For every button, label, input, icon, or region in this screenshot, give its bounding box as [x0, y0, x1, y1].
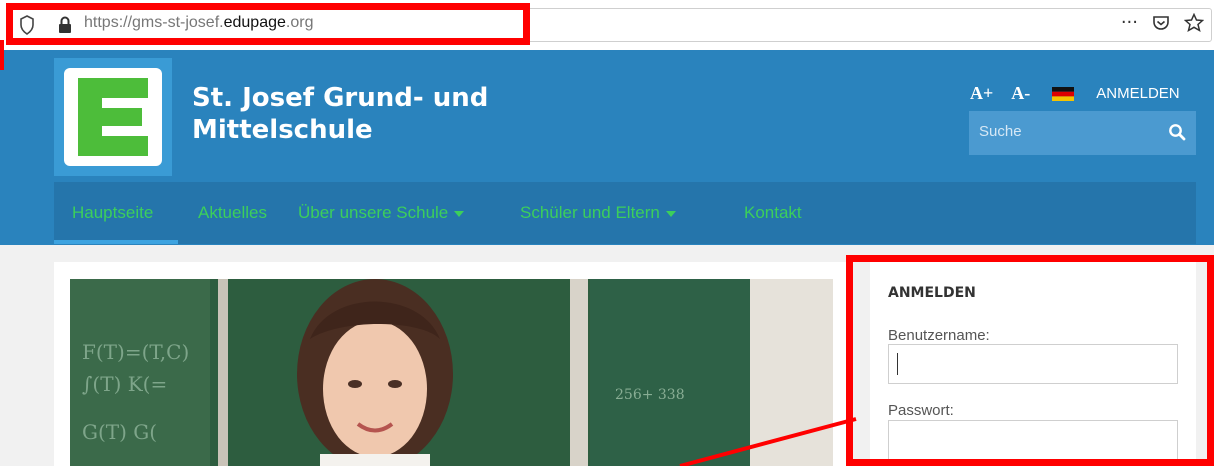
- login-link[interactable]: ANMELDEN: [1096, 85, 1179, 102]
- svg-text:∫(T) K(=: ∫(T) K(=: [82, 372, 167, 396]
- svg-text:F(T)=(T,C): F(T)=(T,C): [82, 340, 189, 364]
- edupage-e-logo-icon: [78, 78, 148, 156]
- login-highlight-box: [846, 255, 1214, 466]
- german-flag-icon[interactable]: [1052, 86, 1075, 101]
- school-logo[interactable]: [54, 58, 172, 176]
- svg-text:G(T) G(: G(T) G(: [82, 420, 157, 444]
- nav-item-ueber-label: Über unsere Schule: [298, 203, 449, 222]
- hero-image: F(T)=(T,C) ∫(T) K(= G(T) G( 256+ 338: [70, 279, 833, 466]
- font-decrease-button[interactable]: A-: [1011, 83, 1030, 104]
- nav-item-aktuelles[interactable]: Aktuelles: [198, 203, 267, 223]
- logo-background: [64, 68, 162, 166]
- font-increase-button[interactable]: A+: [970, 83, 993, 104]
- nav-active-indicator: [54, 240, 178, 244]
- left-edge-mark: [0, 40, 4, 70]
- search-icon[interactable]: [1168, 123, 1186, 141]
- site-title-line2: Mittelschule: [192, 115, 373, 145]
- main-navigation: Hauptseite Aktuelles Über unsere Schule …: [54, 182, 1196, 244]
- nav-item-schueler-label: Schüler und Eltern: [520, 203, 660, 222]
- nav-item-kontakt[interactable]: Kontakt: [744, 203, 802, 223]
- pocket-icon[interactable]: [1152, 14, 1170, 32]
- url-highlight-box: [6, 3, 530, 45]
- nav-item-ueber-unsere-schule[interactable]: Über unsere Schule: [298, 203, 465, 223]
- chevron-down-icon: [454, 210, 465, 217]
- nav-item-hauptseite[interactable]: Hauptseite: [72, 203, 153, 223]
- page-actions-menu-icon[interactable]: ···: [1121, 12, 1138, 33]
- site-title[interactable]: St. Josef Grund- und Mittelschule: [192, 82, 552, 146]
- bookmark-star-icon[interactable]: [1184, 12, 1204, 33]
- search-input[interactable]: [979, 123, 1159, 140]
- nav-item-schueler-und-eltern[interactable]: Schüler und Eltern: [520, 203, 676, 223]
- search-box[interactable]: [969, 111, 1196, 155]
- site-title-line1: St. Josef Grund- und: [192, 83, 489, 113]
- chevron-down-icon: [665, 210, 676, 217]
- hero-photo-illustration: F(T)=(T,C) ∫(T) K(= G(T) G( 256+ 338: [70, 279, 833, 466]
- svg-text:256+ 338: 256+ 338: [615, 387, 685, 403]
- header-tools: A+ A- ANMELDEN: [970, 83, 1180, 104]
